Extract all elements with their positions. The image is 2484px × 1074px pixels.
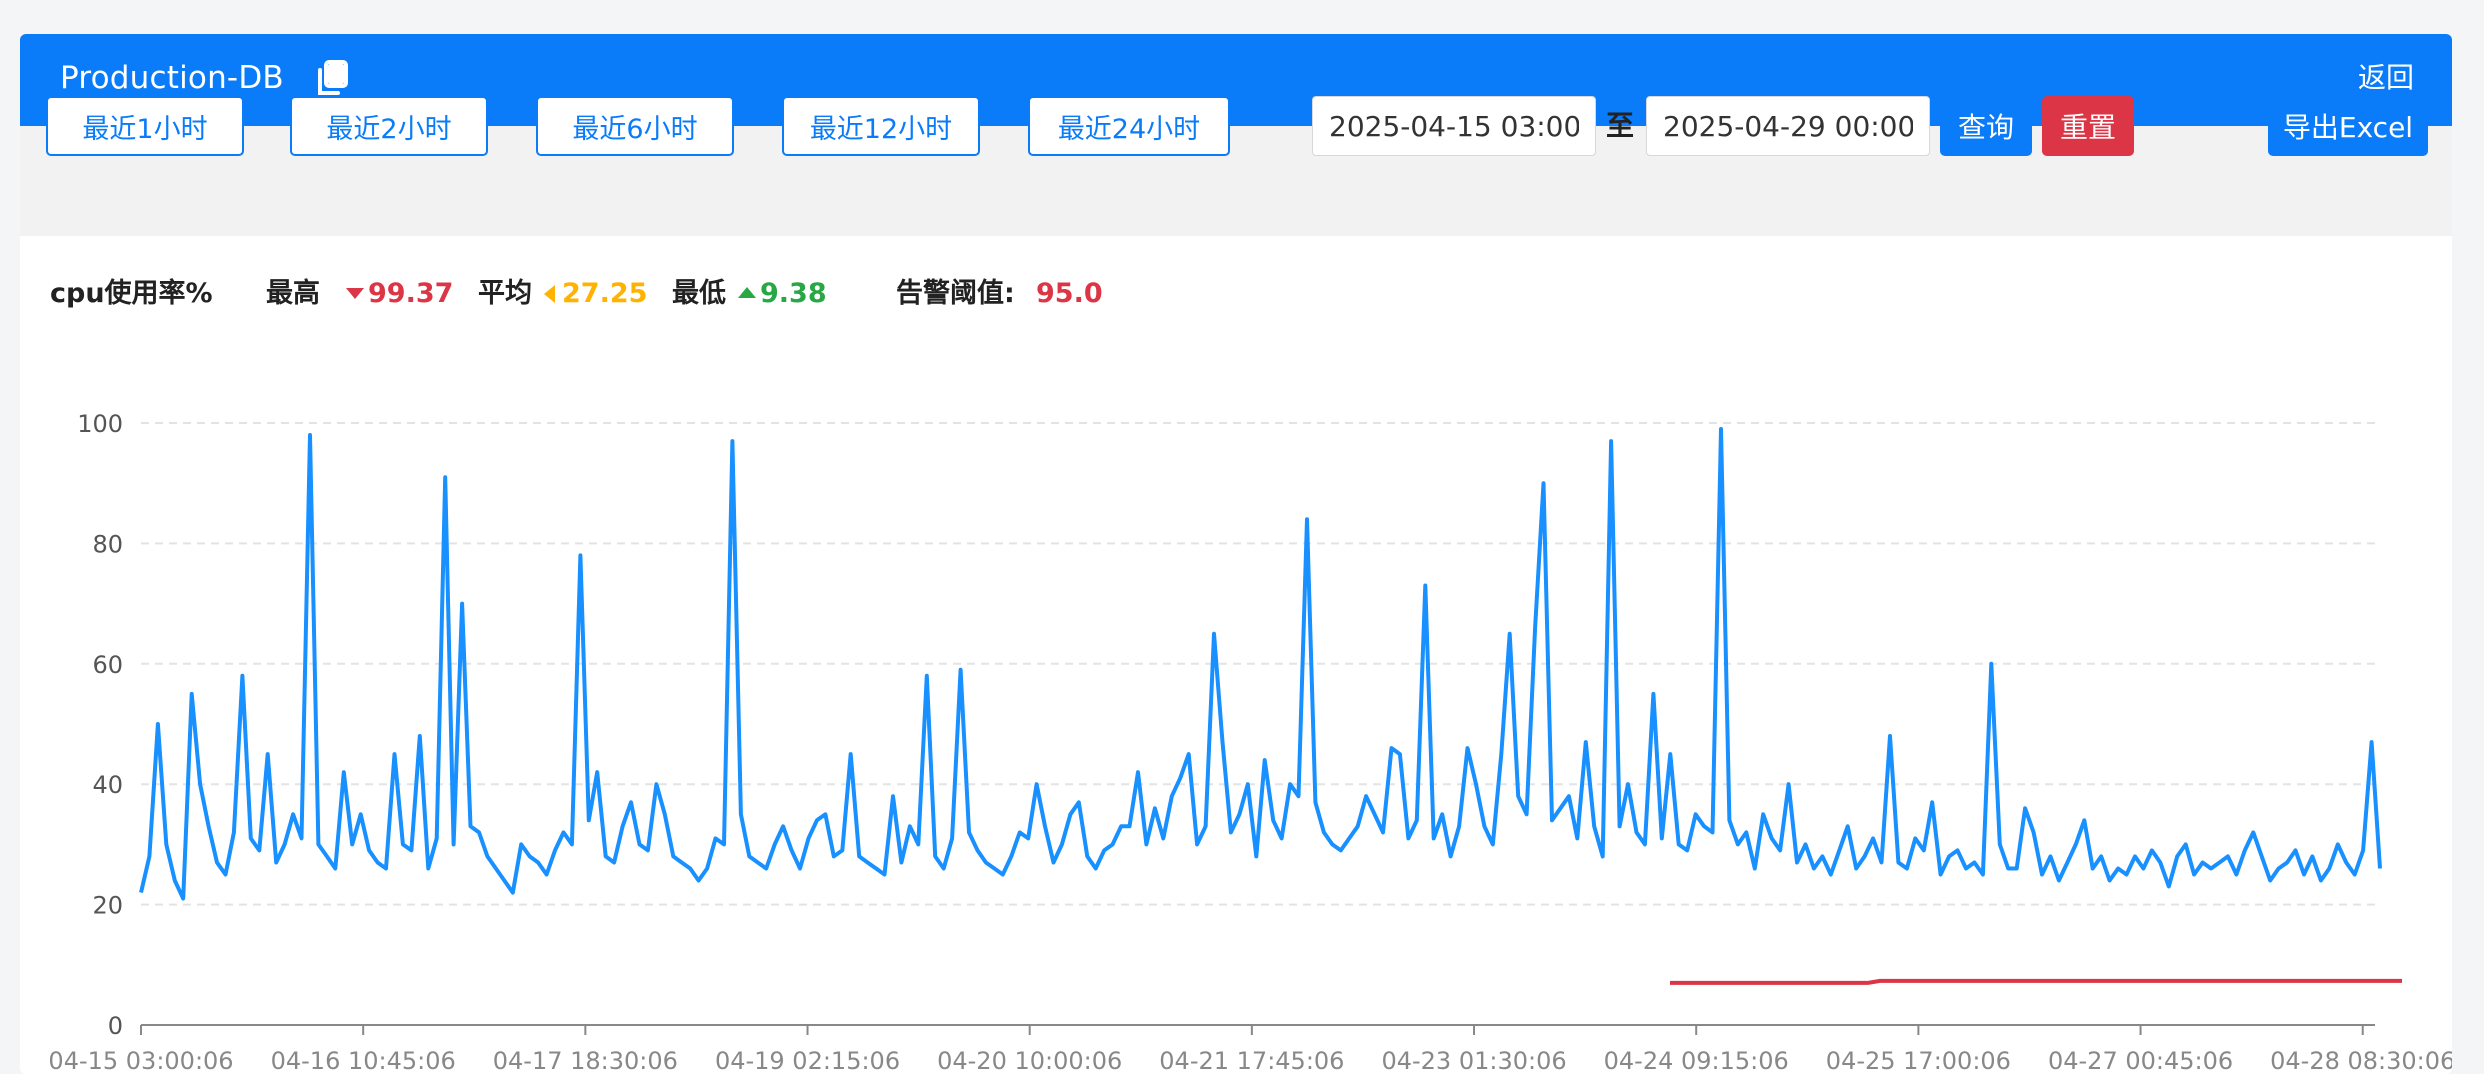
x-tick-label: 04-21 17:45:06 [1159,1047,1344,1074]
copy-icon[interactable] [314,60,350,98]
range-button-12h[interactable]: 最近12小时 [782,96,980,156]
range-button-24h[interactable]: 最近24小时 [1028,96,1230,156]
start-date-input[interactable] [1312,96,1596,156]
query-button[interactable]: 查询 [1940,96,2032,156]
x-tick-label: 04-16 10:45:06 [271,1047,456,1074]
x-tick-label: 04-15 03:00:06 [48,1047,233,1074]
range-button-1h[interactable]: 最近1小时 [46,96,244,156]
y-tick-label: 20 [92,892,123,920]
caret-left-icon [544,285,555,303]
y-tick-label: 100 [77,410,123,438]
caret-up-icon [738,287,756,298]
cpu-usage-chart: 0 20 40 60 80 100 04-15 03:00:06 04-16 10:45:06… [48,410,2452,1074]
back-link[interactable]: 返回 [2358,58,2414,98]
min-label: 最低 [672,278,726,309]
x-tick-label: 04-25 17:00:06 [1826,1047,2011,1074]
x-tick-label: 04-23 01:30:06 [1381,1047,1566,1074]
max-value: 99.37 [368,278,454,309]
x-tick-label: 04-20 10:00:06 [937,1047,1122,1074]
caret-down-icon [346,288,364,299]
range-button-2h[interactable]: 最近2小时 [290,96,488,156]
avg-label: 平均 [478,278,532,309]
x-tick-label: 04-28 08:30:06 [2270,1047,2452,1074]
date-range-separator: 至 [1606,109,1635,142]
x-tick-label: 04-27 00:45:06 [2048,1047,2233,1074]
max-label: 最高 [266,278,320,309]
threshold-segment-line [1670,978,2402,985]
y-tick-label: 80 [92,530,123,558]
page-title: Production-DB [60,60,284,96]
cpu-series-line [139,427,2382,901]
threshold-value: 95.0 [1036,278,1103,309]
min-value: 9.38 [760,278,827,309]
x-tick-label: 04-19 02:15:06 [715,1047,900,1074]
end-date-input[interactable] [1646,96,1930,156]
x-tick-label: 04-17 18:30:06 [493,1047,678,1074]
monitor-panel: Production-DB 返回 最近1小时 最近2小时 最近6小时 最近12小… [20,34,2452,1074]
y-tick-label: 60 [92,651,123,679]
avg-value: 27.25 [562,278,648,309]
range-button-6h[interactable]: 最近6小时 [536,96,734,156]
x-tick-label: 04-24 09:15:06 [1604,1047,1789,1074]
reset-button[interactable]: 重置 [2042,96,2134,156]
y-tick-label: 40 [92,771,123,799]
threshold-label: 告警阈值: [896,278,1015,309]
y-tick-label: 0 [108,1012,123,1040]
export-excel-button[interactable]: 导出Excel [2268,96,2428,156]
metric-label: cpu使用率% [50,278,213,309]
